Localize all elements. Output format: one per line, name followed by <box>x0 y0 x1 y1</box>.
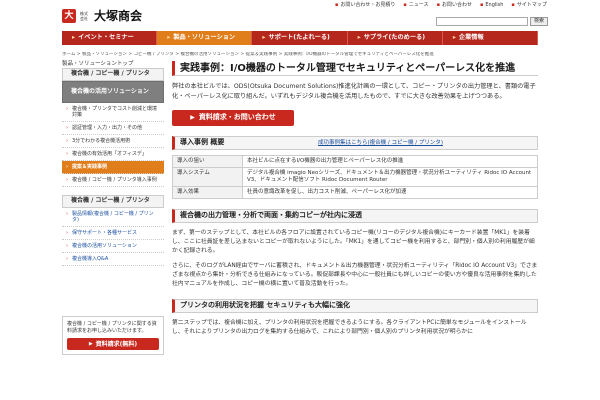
page: 大 株式会社 大塚商会 お問い合わせ・お見積り ニュース お問い合わせ Engl… <box>0 0 600 400</box>
sidebar-item-cases[interactable]: 提案＆実践事例 <box>62 161 164 174</box>
sidebar-item-auth[interactable]: 認証管理・入力・出力・その他 <box>62 122 164 135</box>
table-key: 導入の狙い <box>172 155 243 168</box>
site-search: 検索 <box>436 17 548 26</box>
section2-heading: プリンタの利用状況を把握 セキュリティも大幅に強化 <box>172 299 538 313</box>
nav-supply[interactable]: サプライ(たのめーる) <box>348 31 443 45</box>
request-button[interactable]: 資料請求・お問い合わせ <box>172 110 294 126</box>
sidebar: 複合機 / コピー機 / プリンタ 複合機の活用ソリューション 複合機・プリンタ… <box>62 68 164 266</box>
breadcrumb: ホーム > 製品・ソリューション > コピー機 / プリンタ > 複合機の活用ソ… <box>62 52 434 57</box>
table-row: 導入効果 社員の意識改革を促し、出力コスト削減、ペーパーレス化が加速 <box>172 186 538 199</box>
utility-link-news[interactable]: ニュース <box>403 2 429 9</box>
intro-text: 弊社の本社ビルでは、ODS(Otsuka Document Solutions)… <box>172 83 536 100</box>
utility-link-english[interactable]: English <box>480 2 503 9</box>
section1-heading: 複合機の出力管理・分析で両面・集約コピーが社内に浸透 <box>172 209 538 223</box>
global-nav: イベント・セミナー 製品・ソリューション サポート(たよれーる) サプライ(たの… <box>62 31 539 45</box>
table-row: 導入システム デジタル複合機 imagio Neoシリーズ、ドキュメント＆出力機器… <box>172 167 538 187</box>
utility-link-inquiry[interactable]: お問い合わせ・お見積り <box>335 2 395 9</box>
logo-subtitle: 株式会社 <box>80 11 88 21</box>
section1-paragraph-1: まず、第一のステップとして、本社ビルの各フロアに設置されているコピー機(リコーの… <box>172 230 535 254</box>
section2-paragraph-1: 第二ステップでは、複合機に加え、プリンタの利用状況を把握できるようにする。各クラ… <box>172 320 527 335</box>
utility-link-contact[interactable]: お問い合わせ <box>437 2 472 9</box>
table-key: 導入システム <box>172 167 243 187</box>
sidebar-request-button[interactable]: 資料請求(無料) <box>67 338 159 350</box>
table-row: 導入の狙い 本社ビルに点在するI/O機器の出力管理とペーパーレス化の推進 <box>172 155 538 168</box>
table-value: 本社ビルに点在するI/O機器の出力管理とペーパーレス化の推進 <box>242 155 538 168</box>
sidebar-item-adoption[interactable]: 複合機 / コピー機 / プリンタ導入事例 <box>62 174 164 187</box>
page-title: 実践事例：I/O機器のトータル管理でセキュリティとペーパーレス化を推進 <box>172 61 538 76</box>
search-input[interactable] <box>436 17 528 26</box>
sidebar-item-solutions[interactable]: 複合機の活用ソリューション <box>62 240 164 253</box>
sidebar-item-products[interactable]: 製品情報(複合機 / コピー機 / プリンタ) <box>62 208 164 227</box>
logo-name: 大塚商会 <box>94 8 143 23</box>
sidebar-item-maintenance[interactable]: 保守サポート・各種サービス <box>62 227 164 240</box>
sidebar-group-copiers[interactable]: 複合機 / コピー機 / プリンタ <box>62 68 164 81</box>
sidebar-group-solutions[interactable]: 複合機の活用ソリューション <box>62 81 164 103</box>
utility-links: お問い合わせ・お見積り ニュース お問い合わせ English サイトマップ <box>335 2 547 9</box>
sidebar-group-copiers-2[interactable]: 複合機 / コピー機 / プリンタ <box>62 195 164 208</box>
nav-support[interactable]: サポート(たよれーる) <box>252 31 348 45</box>
nav-products[interactable]: 製品・ソリューション <box>157 31 253 45</box>
nav-company[interactable]: 企業情報 <box>443 31 539 45</box>
section1-paragraph-2: さらに、そのログがLAN経由でサーバに蓄積され、ドキュメント＆出力機器管理・状況… <box>172 263 538 287</box>
main-content: 実践事例：I/O機器のトータル管理でセキュリティとペーパーレス化を推進 弊社の本… <box>172 61 538 337</box>
table-value: 社員の意識改革を促し、出力コスト削減、ペーパーレス化が加速 <box>242 186 538 199</box>
nav-events[interactable]: イベント・セミナー <box>62 31 158 45</box>
case-study-link[interactable]: 成功事例集はこちら(複合機 / コピー機 / プリンタ) <box>318 140 443 147</box>
sidebar-item-faq[interactable]: 複合機導入Q&A <box>62 253 164 266</box>
sidebar-request-text: 複合機 / コピー機 / プリンタに関する資料請求をお申し込みいただけます。 <box>67 321 157 334</box>
sidebar-item-office[interactable]: 複合機の有効活用「オフィスデ」 <box>62 148 164 161</box>
table-key: 導入効果 <box>172 186 243 199</box>
sidebar-item-cost[interactable]: 複合機・プリンタでコスト削減と環境対策 <box>62 103 164 122</box>
company-logo[interactable]: 大 株式会社 大塚商会 <box>62 8 142 24</box>
search-button[interactable]: 検索 <box>530 17 548 26</box>
sidebar-item-3min[interactable]: 3分でわかる複合機活用術 <box>62 135 164 148</box>
case-overview-table: 導入の狙い 本社ビルに点在するI/O機器の出力管理とペーパーレス化の推進 導入シス… <box>172 155 538 199</box>
utility-link-sitemap[interactable]: サイトマップ <box>511 2 547 9</box>
sidebar-request-box: 複合機 / コピー機 / プリンタに関する資料請求をお申し込みいただけます。 資… <box>62 316 164 355</box>
table-value: デジタル複合機 imagio Neoシリーズ、ドキュメント＆出力機器管理・状況分… <box>242 167 538 187</box>
logo-mark-icon: 大 <box>62 9 76 23</box>
